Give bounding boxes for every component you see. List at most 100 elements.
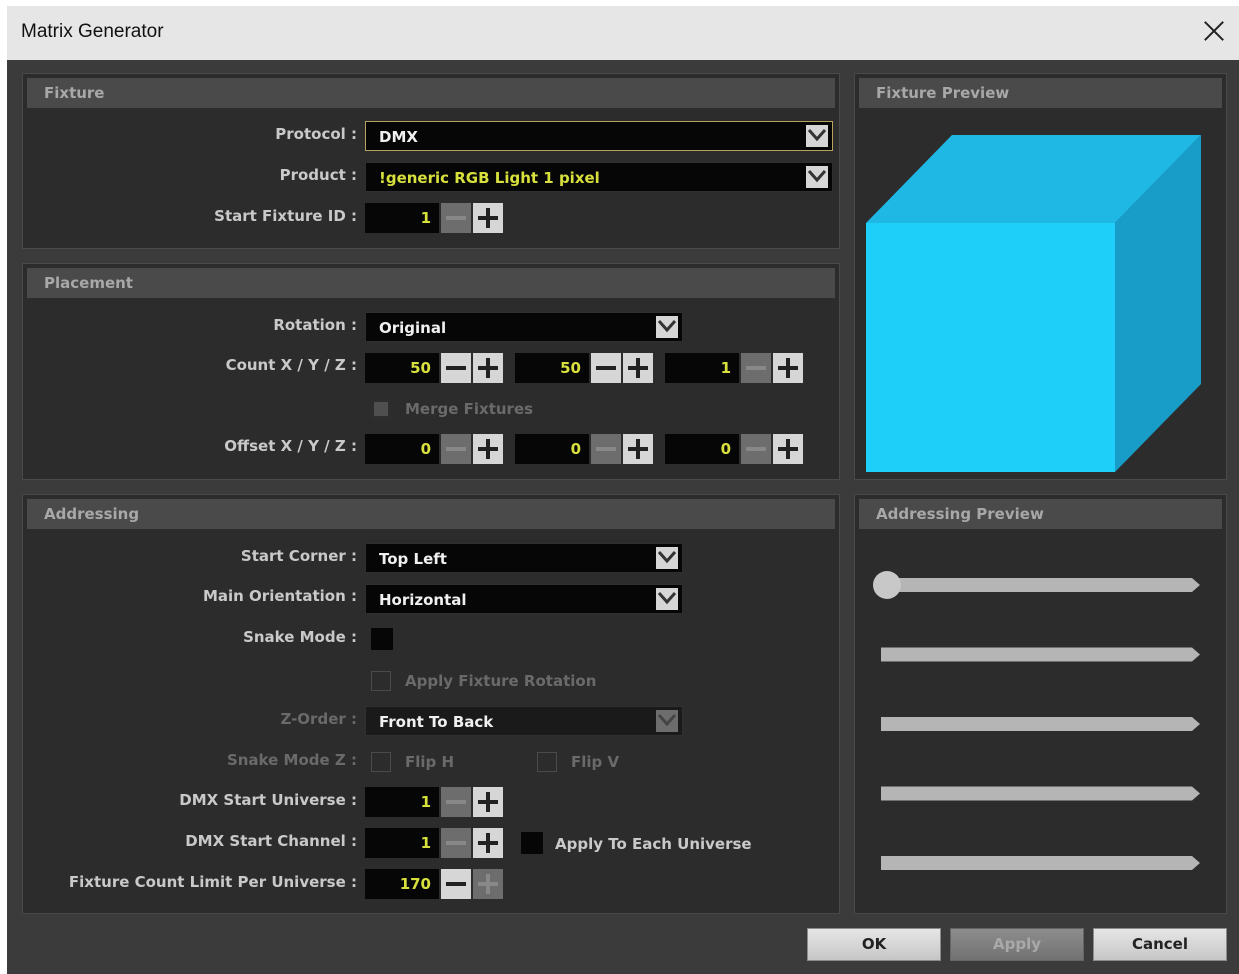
offset-z-decrement-button[interactable] — [741, 434, 771, 464]
chevron-down-icon[interactable] — [806, 125, 828, 147]
addressing-line — [881, 786, 1200, 801]
addressing-line — [881, 647, 1200, 662]
apply-button[interactable]: Apply — [950, 928, 1084, 961]
start-fixture-id-decrement-button[interactable] — [441, 203, 471, 233]
close-icon[interactable] — [1201, 18, 1227, 44]
start-fixture-id-input[interactable]: 1 — [365, 203, 439, 233]
protocol-dropdown[interactable]: DMX — [365, 121, 833, 151]
addressing-preview-graphic — [873, 571, 1200, 870]
placement-panel-header: Placement — [27, 268, 835, 298]
start-fixture-id-value: 1 — [420, 209, 431, 227]
addressing-preview-panel: Addressing Preview — [854, 494, 1227, 914]
count-y-value: 50 — [560, 359, 581, 377]
fixture-preview-cube — [866, 135, 1201, 472]
title-bar: Matrix Generator — [7, 6, 1239, 60]
offset-z-value: 0 — [720, 440, 731, 458]
dmx-start-universe-decrement-button[interactable] — [441, 787, 471, 817]
ok-button[interactable]: OK — [807, 928, 941, 961]
count-y-increment-button[interactable] — [623, 353, 653, 383]
fixture-count-limit-input[interactable]: 170 — [365, 869, 439, 899]
chevron-down-icon[interactable] — [806, 166, 828, 188]
main-orientation-value: Horizontal — [379, 591, 467, 609]
chevron-down-icon[interactable] — [656, 710, 678, 732]
rotation-label: Rotation : — [273, 316, 357, 334]
offset-z-input[interactable]: 0 — [665, 434, 739, 464]
snake-mode-checkbox[interactable] — [371, 628, 393, 650]
z-order-dropdown[interactable]: Front To Back — [365, 706, 683, 736]
merge-fixtures-label: Merge Fixtures — [405, 400, 534, 418]
count-label: Count X / Y / Z : — [225, 356, 357, 374]
offset-z-increment-button[interactable] — [773, 434, 803, 464]
count-x-increment-button[interactable] — [473, 353, 503, 383]
fixture-count-limit-value: 170 — [399, 875, 431, 893]
apply-fixture-rotation-label: Apply Fixture Rotation — [405, 672, 597, 690]
dmx-start-universe-value: 1 — [420, 793, 431, 811]
dmx-start-channel-value: 1 — [420, 834, 431, 852]
dmx-start-channel-increment-button[interactable] — [473, 828, 503, 858]
count-z-value: 1 — [720, 359, 731, 377]
matrix-generator-dialog: Matrix Generator Fixture Protocol : DMX … — [7, 6, 1239, 974]
snake-mode-z-label: Snake Mode Z : — [226, 751, 357, 769]
addressing-panel-header: Addressing — [27, 499, 835, 529]
dmx-start-channel-decrement-button[interactable] — [441, 828, 471, 858]
chevron-down-icon[interactable] — [656, 588, 678, 610]
dmx-start-universe-increment-button[interactable] — [473, 787, 503, 817]
start-fixture-id-increment-button[interactable] — [473, 203, 503, 233]
flip-h-label: Flip H — [405, 753, 455, 771]
flip-v-label: Flip V — [571, 753, 620, 771]
offset-y-decrement-button[interactable] — [591, 434, 621, 464]
count-z-decrement-button[interactable] — [741, 353, 771, 383]
flip-h-checkbox[interactable] — [371, 752, 391, 772]
main-orientation-label: Main Orientation : — [202, 587, 357, 605]
z-order-value: Front To Back — [379, 713, 494, 731]
chevron-down-icon[interactable] — [656, 547, 678, 569]
addressing-line — [881, 717, 1200, 731]
protocol-value: DMX — [379, 128, 418, 146]
main-orientation-dropdown[interactable]: Horizontal — [365, 584, 683, 614]
start-fixture-id-label: Start Fixture ID : — [214, 207, 357, 225]
chevron-down-icon[interactable] — [656, 316, 678, 338]
count-z-increment-button[interactable] — [773, 353, 803, 383]
rotation-dropdown[interactable]: Original — [365, 312, 683, 342]
offset-y-value: 0 — [570, 440, 581, 458]
count-y-input[interactable]: 50 — [515, 353, 589, 383]
apply-to-each-universe-label: Apply To Each Universe — [555, 835, 752, 853]
dmx-start-channel-label: DMX Start Channel : — [185, 832, 357, 850]
count-y-decrement-button[interactable] — [591, 353, 621, 383]
merge-fixtures-checkbox[interactable] — [371, 399, 391, 419]
count-x-value: 50 — [410, 359, 431, 377]
apply-fixture-rotation-checkbox[interactable] — [371, 671, 391, 691]
product-value: !generic RGB Light 1 pixel — [379, 169, 600, 187]
count-x-input[interactable]: 50 — [365, 353, 439, 383]
dmx-start-universe-input[interactable]: 1 — [365, 787, 439, 817]
offset-y-input[interactable]: 0 — [515, 434, 589, 464]
fixture-count-limit-decrement-button[interactable] — [441, 869, 471, 899]
dmx-start-universe-label: DMX Start Universe : — [179, 791, 357, 809]
offset-label: Offset X / Y / Z : — [224, 437, 357, 455]
apply-to-each-universe-checkbox[interactable] — [521, 832, 543, 854]
fixture-count-limit-increment-button[interactable] — [473, 869, 503, 899]
start-corner-dropdown[interactable]: Top Left — [365, 543, 683, 573]
fixture-panel-header: Fixture — [27, 78, 835, 108]
offset-x-increment-button[interactable] — [473, 434, 503, 464]
offset-y-increment-button[interactable] — [623, 434, 653, 464]
cancel-button[interactable]: Cancel — [1093, 928, 1227, 961]
product-dropdown[interactable]: !generic RGB Light 1 pixel — [365, 162, 833, 192]
count-z-input[interactable]: 1 — [665, 353, 739, 383]
rotation-value: Original — [379, 319, 447, 337]
window-title: Matrix Generator — [21, 21, 164, 42]
addressing-line — [881, 578, 1200, 592]
offset-x-decrement-button[interactable] — [441, 434, 471, 464]
dmx-start-channel-input[interactable]: 1 — [365, 828, 439, 858]
offset-x-value: 0 — [420, 440, 431, 458]
z-order-label: Z-Order : — [280, 710, 357, 728]
flip-v-checkbox[interactable] — [537, 752, 557, 772]
count-x-decrement-button[interactable] — [441, 353, 471, 383]
start-corner-value: Top Left — [379, 550, 447, 568]
fixture-count-limit-label: Fixture Count Limit Per Universe : — [68, 873, 357, 891]
product-label: Product : — [279, 166, 357, 184]
offset-x-input[interactable]: 0 — [365, 434, 439, 464]
addressing-line — [881, 856, 1200, 870]
start-corner-label: Start Corner : — [240, 547, 357, 565]
start-point-marker — [873, 571, 901, 599]
